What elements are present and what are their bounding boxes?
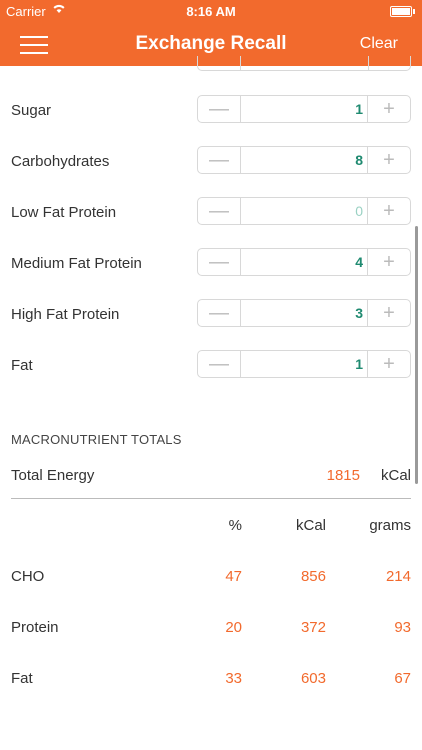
increment-button[interactable]: + (367, 198, 410, 224)
exchange-stepper: — 4 + (197, 248, 411, 276)
increment-button[interactable]: + (367, 249, 410, 275)
macro-label-fat: Fat (11, 670, 33, 687)
decrement-button[interactable]: — (198, 351, 241, 377)
exchange-label: Low Fat Protein (11, 204, 117, 221)
exchange-row-low-fat-protein: Low Fat Protein — 0 + (0, 194, 422, 234)
exchange-label: Fat (11, 357, 33, 374)
exchange-row-medium-fat-protein: Medium Fat Protein — 4 + (0, 245, 422, 285)
macro-label-protein: Protein (11, 619, 59, 636)
exchange-value[interactable]: 0 (241, 198, 367, 224)
exchange-value[interactable]: 1 (241, 96, 367, 122)
macro-percent: 20 (225, 619, 242, 636)
decrement-button[interactable]: — (198, 249, 241, 275)
decrement-button[interactable]: — (198, 147, 241, 173)
battery-icon (390, 6, 415, 17)
macro-percent: 47 (225, 568, 242, 585)
increment-button[interactable]: + (367, 96, 410, 122)
status-bar: Carrier 8:16 AM (0, 0, 422, 22)
decrement-button[interactable]: — (198, 300, 241, 326)
exchange-stepper: — 0 + (197, 197, 411, 225)
macro-kcal: 856 (300, 568, 326, 585)
exchange-label: Medium Fat Protein (11, 255, 142, 272)
exchange-value[interactable]: 3 (241, 300, 367, 326)
total-energy-label: Total Energy (11, 467, 95, 484)
content-scroll-area[interactable]: Sugar — 1 + Carbohydrates — 8 + Low Fat … (0, 56, 422, 750)
exchange-label: Sugar (11, 102, 52, 119)
total-energy-value: 1815 (326, 467, 360, 484)
exchange-row-high-fat-protein: High Fat Protein — 3 + (0, 296, 422, 336)
scrollbar[interactable] (415, 226, 418, 484)
exchange-value[interactable]: 4 (241, 249, 367, 275)
total-energy-unit: kCal (380, 467, 411, 484)
macro-kcal: 603 (300, 670, 326, 687)
macro-percent: 33 (225, 670, 242, 687)
macro-kcal: 372 (300, 619, 326, 636)
column-header-percent: % (228, 517, 242, 534)
column-header-kcal: kCal (295, 517, 326, 534)
macro-grams: 93 (394, 619, 411, 636)
increment-button[interactable]: + (367, 351, 410, 377)
exchange-row-sugar: Sugar — 1 + (0, 92, 422, 132)
exchange-label: Carbohydrates (11, 153, 110, 170)
decrement-button[interactable]: — (198, 96, 241, 122)
exchange-row-carbohydrates: Carbohydrates — 8 + (0, 143, 422, 183)
exchange-stepper: — 8 + (197, 146, 411, 174)
clear-button[interactable]: Clear (360, 35, 398, 53)
divider (11, 498, 411, 499)
exchange-stepper: — 1 + (197, 350, 411, 378)
macro-grams: 214 (385, 568, 411, 585)
page-title: Exchange Recall (135, 33, 287, 54)
exchange-row-fat: Fat — 1 + (0, 347, 422, 387)
macro-grams: 67 (394, 670, 411, 687)
increment-button[interactable]: + (367, 300, 410, 326)
exchange-label: High Fat Protein (11, 306, 120, 323)
increment-button[interactable]: + (367, 147, 410, 173)
exchange-stepper: — 1 + (197, 95, 411, 123)
exchange-value[interactable]: 1 (241, 351, 367, 377)
partial-stepper-above (197, 56, 411, 71)
decrement-button[interactable]: — (198, 198, 241, 224)
macro-label-cho: CHO (11, 568, 45, 585)
macronutrient-totals-header: MACRONUTRIENT TOTALS (11, 432, 182, 447)
exchange-stepper: — 3 + (197, 299, 411, 327)
column-header-grams: grams (369, 517, 411, 534)
status-time: 8:16 AM (186, 4, 236, 19)
exchange-value[interactable]: 8 (241, 147, 367, 173)
